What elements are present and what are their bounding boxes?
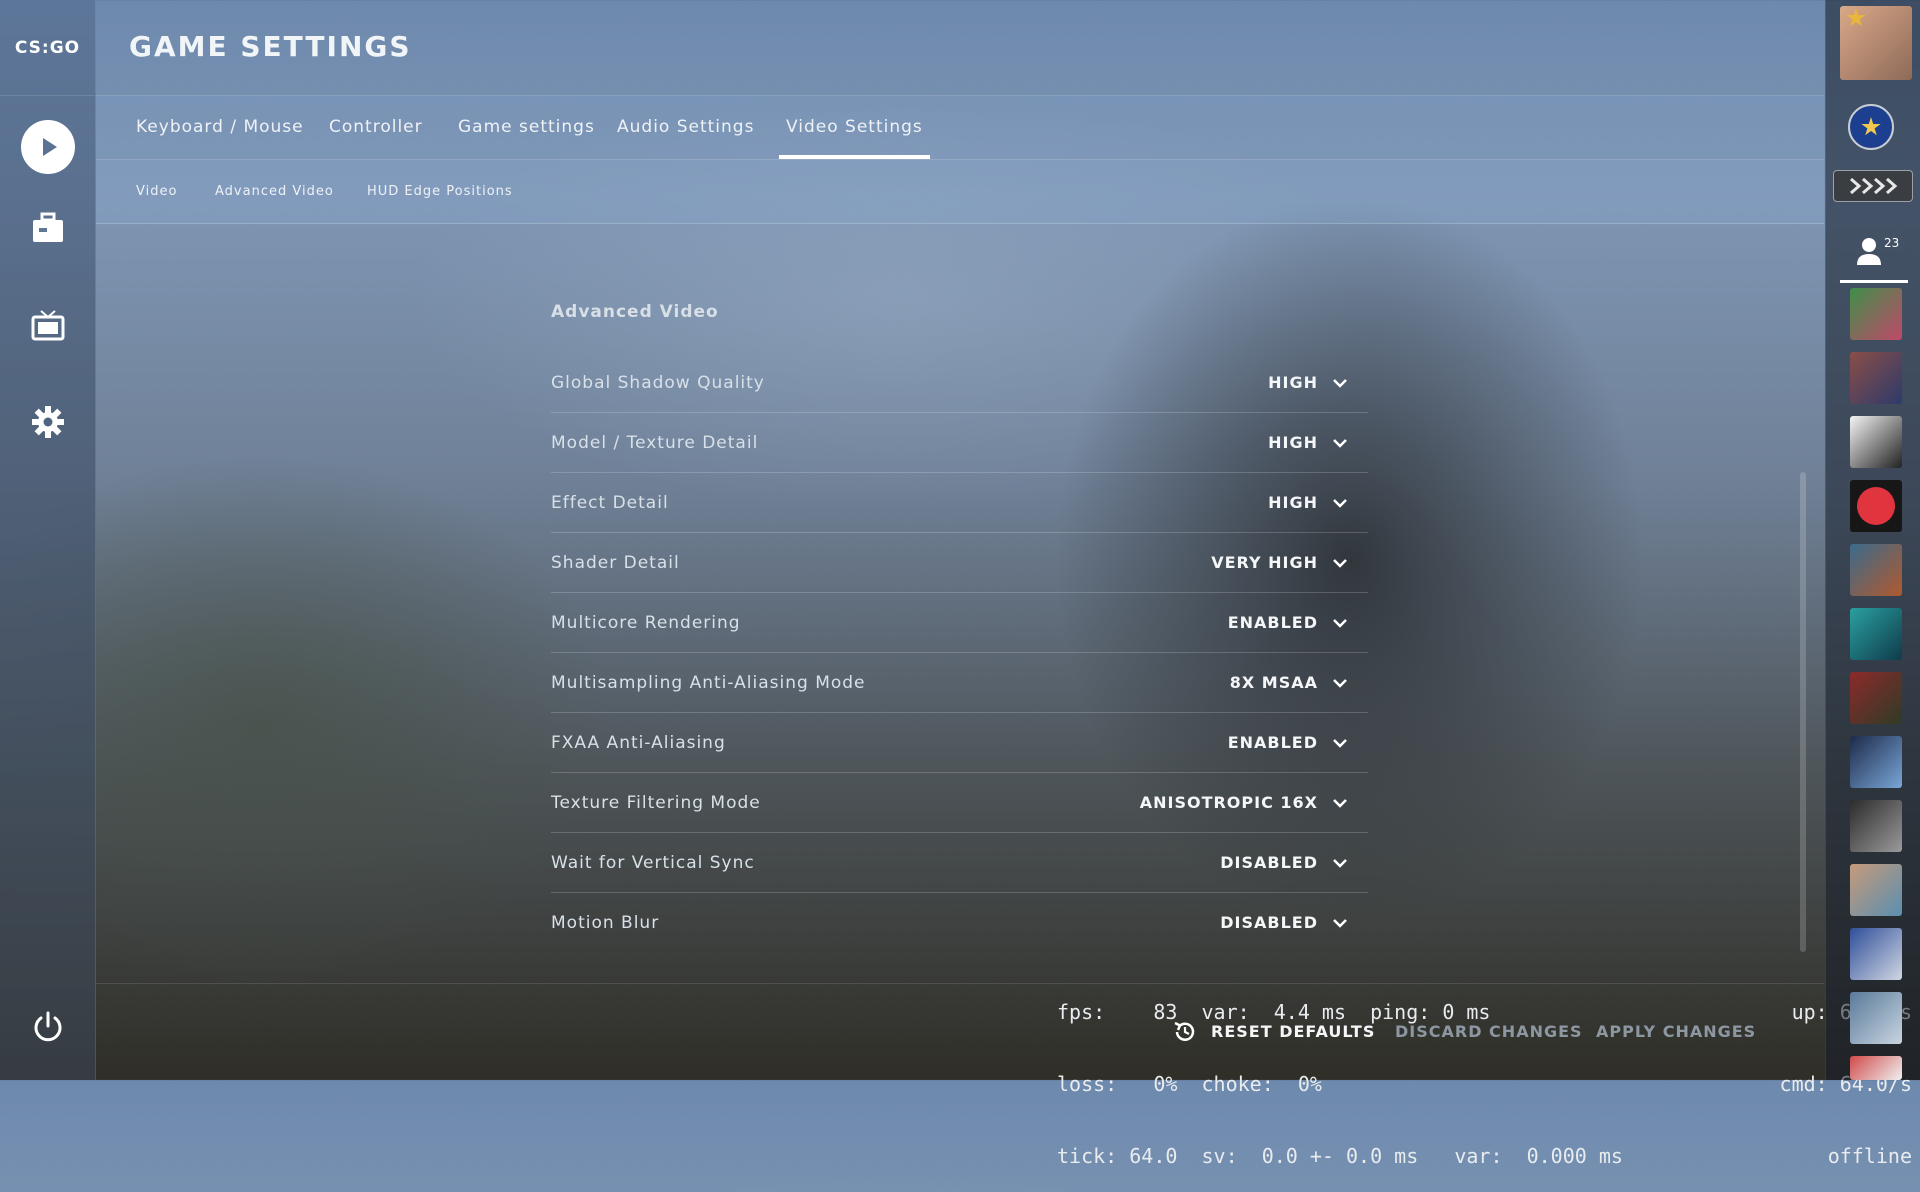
friends-tab[interactable]: 23 — [1840, 232, 1908, 283]
chevron-down-icon — [1333, 439, 1347, 448]
tab-video-settings[interactable]: Video Settings — [779, 96, 930, 159]
red-circle-icon — [1857, 487, 1895, 525]
setting-row[interactable]: Shader Detail VERY HIGH — [551, 533, 1368, 593]
friend-avatar[interactable] — [1850, 928, 1902, 980]
chevron-down-icon — [1333, 499, 1347, 508]
friend-avatar[interactable] — [1850, 480, 1902, 532]
chevron-down-icon — [1333, 799, 1347, 808]
netgraph-line-1: fps: 83 var: 4.4 ms ping: 0 ms — [1057, 1000, 1491, 1024]
logo-text: CS:GO — [14, 37, 81, 58]
subtab-video[interactable]: Video — [136, 160, 177, 223]
briefcase-icon — [32, 212, 63, 242]
setting-value: DISABLED — [1220, 913, 1318, 932]
setting-value: ANISOTROPIC 16X — [1139, 793, 1318, 812]
friend-avatar[interactable] — [1850, 608, 1902, 660]
setting-label: Texture Filtering Mode — [551, 793, 761, 813]
friend-avatar[interactable] — [1850, 1056, 1902, 1080]
setting-value: DISABLED — [1220, 853, 1318, 872]
user-icon — [1857, 238, 1881, 265]
friend-avatar[interactable] — [1850, 416, 1902, 468]
setting-label: Effect Detail — [551, 493, 669, 513]
tab-controller[interactable]: Controller — [322, 96, 430, 159]
friend-avatar[interactable] — [1850, 800, 1902, 852]
setting-label: Shader Detail — [551, 553, 680, 573]
setting-label: Global Shadow Quality — [551, 373, 765, 393]
setting-row[interactable]: Effect Detail HIGH — [551, 473, 1368, 533]
rank-badge-icon[interactable] — [1848, 104, 1894, 150]
reset-defaults-button[interactable]: RESET DEFAULTS — [1211, 1022, 1375, 1041]
chevrons-icon — [1850, 177, 1898, 195]
setting-row[interactable]: Multicore Rendering ENABLED — [551, 593, 1368, 653]
setting-label: Multisampling Anti-Aliasing Mode — [551, 673, 866, 693]
play-icon — [20, 120, 75, 174]
chevron-down-icon — [1333, 919, 1347, 928]
tab-keyboard-mouse[interactable]: Keyboard / Mouse — [129, 96, 311, 159]
setting-row[interactable]: Motion Blur DISABLED — [551, 893, 1368, 953]
tab-audio-settings[interactable]: Audio Settings — [610, 96, 761, 159]
setting-label: FXAA Anti-Aliasing — [551, 733, 726, 753]
apply-changes-button[interactable]: APPLY CHANGES — [1596, 1022, 1756, 1041]
setting-value: HIGH — [1268, 373, 1318, 392]
netgraph-line-3: tick: 64.0 sv: 0.0 +- 0.0 ms var: 0.000 … — [1057, 1144, 1623, 1168]
settings-tabs: Keyboard / Mouse Controller Game setting… — [96, 96, 1824, 160]
left-nav: CS:GO — [0, 0, 96, 1080]
setting-value: HIGH — [1268, 433, 1318, 452]
setting-value: HIGH — [1268, 493, 1318, 512]
tv-icon — [31, 310, 64, 341]
setting-label: Motion Blur — [551, 913, 660, 933]
friend-avatar[interactable] — [1850, 736, 1902, 788]
setting-value: ENABLED — [1227, 613, 1318, 632]
tab-game-settings[interactable]: Game settings — [451, 96, 602, 159]
power-button[interactable] — [0, 1010, 95, 1044]
settings-button[interactable] — [0, 405, 95, 439]
chevron-down-icon — [1333, 619, 1347, 628]
friend-avatar[interactable] — [1850, 544, 1902, 596]
csgo-logo[interactable]: CS:GO — [0, 0, 95, 96]
watch-button[interactable] — [0, 308, 95, 344]
video-subtabs: Video Advanced Video HUD Edge Positions — [96, 160, 1824, 224]
play-button[interactable] — [0, 120, 95, 174]
setting-row[interactable]: Wait for Vertical Sync DISABLED — [551, 833, 1368, 893]
friend-avatar[interactable] — [1850, 672, 1902, 724]
friend-avatar[interactable] — [1850, 352, 1902, 404]
chevron-down-icon — [1333, 379, 1347, 388]
setting-value: VERY HIGH — [1211, 553, 1318, 572]
friend-avatar[interactable] — [1850, 992, 1902, 1044]
netgraph-status: offline — [1827, 1144, 1912, 1168]
friends-count: 23 — [1884, 236, 1900, 250]
subtab-hud-edge-positions[interactable]: HUD Edge Positions — [367, 160, 513, 223]
gear-icon — [31, 406, 64, 438]
chevron-down-icon — [1333, 739, 1347, 748]
setting-label: Wait for Vertical Sync — [551, 853, 755, 873]
settings-scrollbar[interactable] — [1800, 472, 1806, 952]
discard-changes-button[interactable]: DISCARD CHANGES — [1395, 1022, 1583, 1041]
reset-icon — [1172, 1019, 1198, 1049]
setting-row[interactable]: FXAA Anti-Aliasing ENABLED — [551, 713, 1368, 773]
setting-value: 8X MSAA — [1229, 673, 1318, 692]
section-title: Advanced Video — [551, 302, 719, 322]
header: GAME SETTINGS — [96, 0, 1824, 96]
friend-avatar[interactable] — [1850, 864, 1902, 916]
rank-star-icon — [1861, 117, 1881, 136]
chevron-down-icon — [1333, 859, 1347, 868]
page-title: GAME SETTINGS — [129, 30, 412, 63]
setting-row[interactable]: Global Shadow Quality HIGH — [551, 353, 1368, 413]
inventory-button[interactable] — [0, 212, 95, 244]
setting-label: Multicore Rendering — [551, 613, 741, 633]
chevron-down-icon — [1333, 559, 1347, 568]
setting-row[interactable]: Texture Filtering Mode ANISOTROPIC 16X — [551, 773, 1368, 833]
setting-row[interactable]: Model / Texture Detail HIGH — [551, 413, 1368, 473]
setting-label: Model / Texture Detail — [551, 433, 759, 453]
netgraph-line-2: loss: 0% choke: 0% — [1057, 1072, 1322, 1096]
friends-panel — [1825, 0, 1920, 1080]
setting-value: ENABLED — [1227, 733, 1318, 752]
chevron-down-icon — [1333, 679, 1347, 688]
subtab-advanced-video[interactable]: Advanced Video — [215, 160, 334, 223]
netgraph: fps: 83 var: 4.4 ms ping: 0 ms loss: 0% … — [1057, 952, 1623, 1192]
friend-avatar[interactable] — [1850, 288, 1902, 340]
power-icon — [34, 1011, 61, 1042]
setting-row[interactable]: Multisampling Anti-Aliasing Mode 8X MSAA — [551, 653, 1368, 713]
chevron-rank-badge[interactable] — [1833, 170, 1913, 202]
